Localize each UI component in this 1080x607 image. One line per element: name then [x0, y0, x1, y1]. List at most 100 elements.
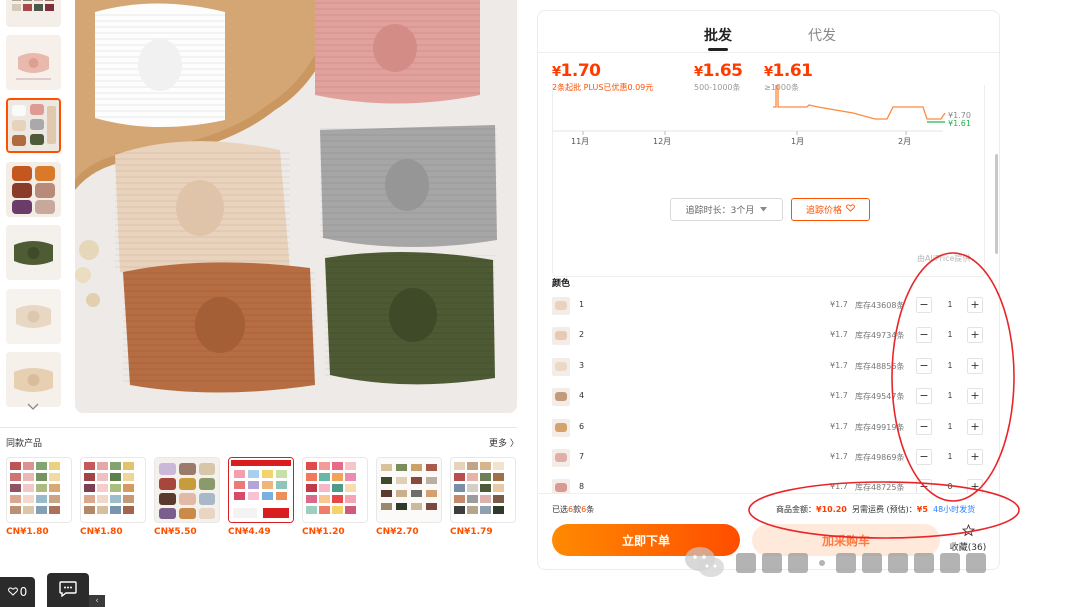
shipping-value: ¥5	[916, 505, 928, 514]
panel-scrollbar[interactable]	[995, 154, 998, 254]
price-history-svg: 11月 12月 1月 2月 ¥1.70 ¥1.61	[553, 85, 971, 146]
qty-input[interactable]	[936, 359, 964, 373]
qty-decrease-button[interactable]: −	[916, 297, 932, 313]
similar-product-price: CN¥4.49	[228, 527, 271, 537]
sku-name: 2	[579, 330, 585, 339]
similar-products-title: 同款产品	[6, 439, 43, 449]
qty-decrease-button[interactable]: −	[916, 327, 932, 343]
amount-label: 商品金额：	[776, 505, 816, 514]
track-price-button[interactable]: 追踪价格	[791, 198, 870, 221]
track-duration-label: 追踪时长：3个月	[685, 206, 755, 216]
x-tick-label: 12月	[653, 137, 671, 146]
similar-product-3[interactable]: CN¥5.50	[154, 457, 220, 537]
sku-name: 7	[579, 452, 585, 461]
similar-product-2[interactable]: CN¥1.80	[80, 457, 146, 537]
x-tick-label: 11月	[571, 137, 589, 146]
similar-product-6[interactable]: CN¥2.70	[376, 457, 442, 537]
qty-increase-button[interactable]: +	[967, 388, 983, 404]
qty-increase-button[interactable]: +	[967, 327, 983, 343]
similar-product-1[interactable]: CN¥1.80	[6, 457, 72, 537]
similar-product-price: CN¥1.20	[302, 527, 345, 537]
qty-input[interactable]	[936, 389, 964, 403]
sku-swatch[interactable]	[552, 297, 570, 315]
sku-swatch[interactable]	[552, 479, 570, 493]
amount-value: ¥10.20	[816, 505, 847, 514]
similar-product-5[interactable]: CN¥1.20	[302, 457, 368, 537]
tab-dropship[interactable]: 代发	[808, 25, 836, 45]
sku-swatch[interactable]	[552, 327, 570, 345]
footer-divider	[538, 493, 999, 494]
favorites-count: 0	[19, 585, 28, 599]
sku-stock: 库存48856条	[855, 362, 905, 371]
sku-row: 4 ¥1.7 库存49547条 − +	[552, 386, 987, 410]
qty-decrease-button[interactable]: −	[916, 449, 932, 465]
currency-symbol: ¥	[552, 65, 561, 80]
qty-increase-button[interactable]: +	[967, 449, 983, 465]
similar-product-4[interactable]: CN¥4.49	[228, 457, 294, 537]
sku-swatch[interactable]	[552, 358, 570, 376]
similar-product-image	[6, 457, 72, 523]
thumbnail-3-active[interactable]	[6, 98, 61, 153]
sku-swatch[interactable]	[552, 449, 570, 467]
qty-increase-button[interactable]: +	[967, 358, 983, 374]
qty-decrease-button[interactable]: −	[916, 358, 932, 374]
chevron-down-icon[interactable]	[26, 400, 40, 414]
qty-input[interactable]	[936, 298, 964, 312]
similar-product-price: CN¥2.70	[376, 527, 419, 537]
sku-swatch[interactable]	[552, 419, 570, 437]
chat-bubble-icon	[59, 580, 77, 600]
thumbnail-1[interactable]	[6, 0, 61, 27]
similar-product-image	[154, 457, 220, 523]
sku-stock: 库存48725条	[855, 483, 905, 492]
tab-wholesale[interactable]: 批发	[704, 25, 732, 45]
qty-increase-button[interactable]: +	[967, 297, 983, 313]
sku-price: ¥1.7	[830, 300, 848, 309]
series-end-label-green: ¥1.61	[948, 119, 971, 128]
qty-input[interactable]	[936, 420, 964, 434]
thumbnail-6[interactable]	[6, 289, 61, 344]
thumbnail-4[interactable]	[6, 162, 61, 217]
qty-decrease-button[interactable]: −	[916, 388, 932, 404]
similar-product-image	[376, 457, 442, 523]
collapse-left-icon[interactable]: ‹	[89, 595, 105, 607]
sku-stock: 库存49869条	[855, 453, 905, 462]
similar-product-price: CN¥1.80	[80, 527, 123, 537]
sku-row: 8 ¥1.7 库存48725条 − +	[552, 477, 987, 493]
main-product-image[interactable]	[75, 0, 517, 413]
similar-product-7[interactable]: CN¥1.79	[450, 457, 516, 537]
sku-price: ¥1.7	[830, 422, 848, 431]
qty-decrease-button[interactable]: −	[916, 419, 932, 435]
heart-outline-icon	[846, 204, 855, 215]
thumbnail-strip	[0, 0, 68, 420]
panel-scroll-area[interactable]: ¥1.70 2条起批 PLUS已优惠0.09元 ¥1.65 500-1000条 …	[538, 53, 999, 493]
sku-stock: 库存49547条	[855, 392, 905, 401]
watermark-text	[734, 545, 1050, 581]
qty-input[interactable]	[936, 328, 964, 342]
sku-swatch[interactable]	[552, 388, 570, 406]
similar-more-link[interactable]: 更多 〉	[489, 436, 519, 449]
similar-product-price: CN¥1.80	[6, 527, 49, 537]
qty-input[interactable]	[936, 450, 964, 464]
sku-row: 6 ¥1.7 库存49919条 − +	[552, 417, 987, 441]
qty-increase-button[interactable]: +	[967, 419, 983, 435]
tab-active-indicator	[708, 48, 728, 51]
similar-product-image	[302, 457, 368, 523]
qty-input[interactable]	[936, 480, 964, 493]
currency-symbol: ¥	[764, 65, 773, 80]
tier-price-value: 1.70	[560, 61, 601, 81]
sku-row: 2 ¥1.7 库存49734条 − +	[552, 325, 987, 349]
chat-float-button[interactable]	[47, 573, 89, 607]
track-price-label: 追踪价格	[805, 206, 842, 216]
sku-name: 3	[579, 361, 585, 370]
qty-increase-button[interactable]: +	[967, 479, 983, 493]
sku-name: 8	[579, 482, 585, 491]
thumbnail-5[interactable]	[6, 225, 61, 280]
qty-decrease-button[interactable]: −	[916, 479, 932, 493]
x-tick-label: 2月	[898, 137, 911, 146]
thumbnail-7[interactable]	[6, 352, 61, 407]
thumbnail-2[interactable]	[6, 35, 61, 90]
favorites-float-button[interactable]: 0	[0, 577, 35, 607]
sku-price: ¥1.7	[830, 482, 848, 491]
purchase-panel: 批发 代发 ¥1.70 2条起批 PLUS已优惠0.09元 ¥1.65 500-…	[537, 10, 1000, 570]
track-duration-select[interactable]: 追踪时长：3个月	[670, 198, 783, 221]
